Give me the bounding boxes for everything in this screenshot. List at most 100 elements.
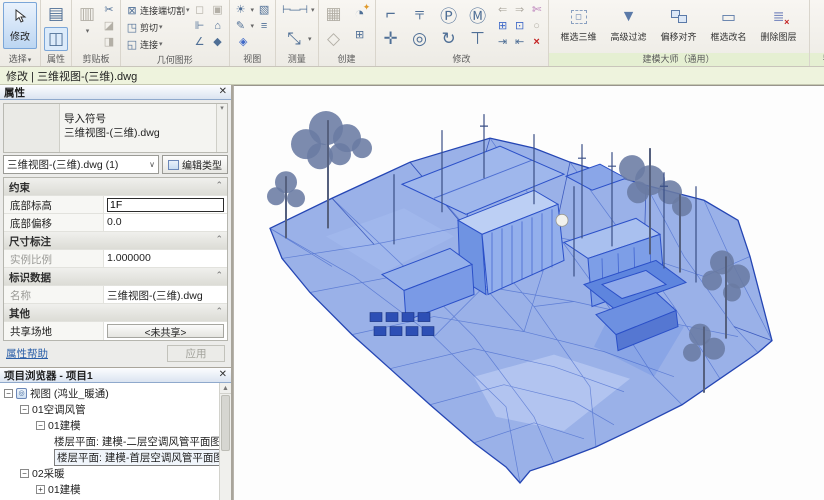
cope-remove-icon[interactable]: ⇒ bbox=[512, 2, 528, 17]
cut-icon[interactable]: ✂ bbox=[101, 2, 117, 17]
override-graphics-icon[interactable]: ▧ bbox=[256, 2, 272, 17]
create-similar-icon[interactable]: ◇ bbox=[322, 27, 346, 51]
explode-button[interactable]: ▣ 分解 ▾ bbox=[813, 2, 824, 51]
panel-label-clipboard: 剪贴板 bbox=[72, 53, 120, 66]
expand-expander-icon[interactable]: + bbox=[36, 485, 45, 494]
base-level-input[interactable] bbox=[107, 198, 224, 212]
scale-icon[interactable]: ⊡ bbox=[512, 18, 528, 33]
offset-align-button[interactable]: 偏移对齐 bbox=[657, 2, 701, 51]
element-selector-dropdown[interactable]: 三维视图-(三维).dwg (1) ∨ bbox=[3, 155, 159, 174]
properties-panel-header[interactable]: 属性 ✕ bbox=[0, 85, 231, 100]
collapse-icon[interactable]: ⌃ bbox=[215, 270, 223, 285]
delete-layer-button[interactable]: ≣× 删除图层 bbox=[757, 2, 801, 51]
linework-pen-icon[interactable]: ✎ bbox=[233, 18, 249, 33]
align-icon[interactable]: ⌐ bbox=[379, 2, 403, 26]
unjoin-icon[interactable]: ⌂ bbox=[210, 18, 226, 33]
cope-icon[interactable]: ⇐ bbox=[495, 2, 511, 17]
copy-icon[interactable]: ◎ bbox=[408, 27, 432, 51]
box-select-3d-button[interactable]: ◻ 框选三维 bbox=[557, 2, 601, 51]
property-section[interactable]: 尺寸标注⌃ bbox=[4, 232, 227, 250]
mirror-pick-axis-icon[interactable]: Ⓟ bbox=[437, 2, 461, 26]
panel-label-modeling-master: 建模大师（通用） bbox=[549, 53, 809, 66]
panel-select: 修改 选择▾ bbox=[0, 0, 41, 66]
close-icon[interactable]: ✕ bbox=[219, 370, 227, 380]
drawing-area[interactable] bbox=[233, 85, 824, 500]
project-browser-header[interactable]: 项目浏览器 - 项目1 ✕ bbox=[0, 368, 231, 383]
tree-item-heating[interactable]: − 02采暖 bbox=[2, 465, 217, 481]
paste-dropdown-icon[interactable]: ▾ bbox=[86, 27, 90, 35]
reveal-icon[interactable]: ≡ bbox=[256, 18, 272, 33]
paint-icon[interactable]: ◆ bbox=[210, 34, 226, 49]
mirror-draw-axis-icon[interactable]: Ⓜ bbox=[466, 2, 490, 26]
cut-geometry-button[interactable]: ◳ 剪切▾ bbox=[124, 19, 190, 35]
delete-icon[interactable]: × bbox=[529, 34, 545, 49]
apply-button[interactable]: 应用 bbox=[167, 345, 225, 362]
type-name: 三维视图-(三维).dwg bbox=[64, 126, 212, 140]
offset-align-icon bbox=[671, 10, 687, 23]
base-offset-value[interactable]: 0.0 bbox=[104, 214, 227, 231]
chevron-down-icon: ▾ bbox=[308, 35, 312, 43]
join-end-cut-icon: ⊠ bbox=[124, 3, 140, 18]
wall-joins-icon[interactable]: ⊩ bbox=[192, 18, 208, 33]
tree-item-heating-modeling[interactable]: + 01建模 bbox=[2, 481, 217, 497]
panel-label-select[interactable]: 选择▾ bbox=[0, 53, 40, 66]
tree-item-views[interactable]: − ◎ 视图 (鸿业_暖通) bbox=[2, 385, 217, 401]
collapse-icon[interactable]: ⌃ bbox=[215, 306, 223, 321]
properties-help-link[interactable]: 属性帮助 bbox=[6, 346, 48, 361]
match-type-icon[interactable]: ◨ bbox=[101, 34, 117, 49]
scroll-up-icon[interactable]: ▲ bbox=[220, 383, 231, 394]
beam-coping-icon[interactable]: ▣ bbox=[210, 2, 226, 17]
join-geometry-icon: ◱ bbox=[124, 37, 140, 52]
collapse-expander-icon[interactable]: − bbox=[36, 421, 45, 430]
panel-label-geometry: 几何图形 bbox=[121, 54, 229, 66]
property-row: 共享场地 <未共享> bbox=[4, 322, 227, 340]
model-3d-view[interactable] bbox=[234, 86, 824, 500]
tree-item-floorplan-level2[interactable]: 楼层平面: 建模-二层空调风管平面图 bbox=[2, 433, 217, 449]
context-status-bar: 修改 | 三维视图-(三维).dwg bbox=[0, 67, 824, 85]
close-icon[interactable]: ✕ bbox=[219, 87, 227, 97]
box-select-rename-button[interactable]: ▭ 框选改名 bbox=[707, 2, 751, 51]
advanced-filter-button[interactable]: ▼ 高级过滤 bbox=[607, 2, 651, 51]
properties-palette-icon[interactable]: ◫ bbox=[44, 27, 68, 51]
sphere-ornament[interactable] bbox=[556, 214, 568, 226]
measure-icon[interactable]: ⤡ bbox=[282, 27, 306, 51]
tree-item-floorplan-level1[interactable]: 楼层平面: 建模-首层空调风管平面图 bbox=[2, 449, 217, 465]
shared-site-button[interactable]: <未共享> bbox=[107, 324, 224, 338]
collapse-icon[interactable]: ⌃ bbox=[215, 180, 223, 195]
tree-item-modeling[interactable]: − 01建模 bbox=[2, 417, 217, 433]
collapse-expander-icon[interactable]: − bbox=[4, 389, 13, 398]
join-end-cut-button[interactable]: ⊠ 连接端切割▾ bbox=[124, 2, 190, 18]
join-geometry-button[interactable]: ◱ 连接▾ bbox=[124, 36, 190, 52]
copy-to-clipboard-icon[interactable]: ◪ bbox=[101, 18, 117, 33]
delete-type-icon[interactable]: ✄ bbox=[529, 2, 545, 17]
rotate-icon[interactable]: ↻ bbox=[437, 27, 461, 51]
displace-elements-icon[interactable]: ◈ bbox=[235, 34, 251, 49]
split-element-icon[interactable]: ⇥ bbox=[495, 34, 511, 49]
aligned-dimension-icon[interactable]: ⊢—⊣ bbox=[279, 2, 309, 17]
split-face-icon[interactable]: ∠ bbox=[192, 34, 208, 49]
collapse-expander-icon[interactable]: − bbox=[20, 469, 29, 478]
tree-item-hvac-duct[interactable]: − 01空调风管 bbox=[2, 401, 217, 417]
array-icon[interactable]: ⊞ bbox=[495, 18, 511, 33]
property-section[interactable]: 标识数据⌃ bbox=[4, 268, 227, 286]
modify-tool-button[interactable]: 修改 bbox=[3, 2, 37, 49]
property-section[interactable]: 约束⌃ bbox=[4, 178, 227, 196]
create-assembly-icon[interactable]: ⊞ bbox=[352, 27, 368, 42]
move-icon[interactable]: ✛ bbox=[379, 27, 403, 51]
apply-coping-icon[interactable]: ◻ bbox=[192, 2, 208, 17]
type-box-scrollbar[interactable]: ▾ bbox=[216, 104, 227, 152]
type-properties-icon[interactable]: ▤ bbox=[44, 2, 68, 26]
scrollbar-thumb[interactable] bbox=[221, 395, 230, 451]
tree-scrollbar[interactable]: ▲ bbox=[219, 383, 231, 500]
paste-icon[interactable]: ▥ bbox=[75, 2, 99, 26]
hide-elements-lightbulb-icon[interactable]: ☀ bbox=[233, 2, 249, 17]
trim-extend-icon[interactable]: ⊤ bbox=[466, 27, 490, 51]
unpin-icon[interactable]: ⇤ bbox=[512, 34, 528, 49]
legend-component-icon[interactable]: ▦ bbox=[322, 2, 346, 26]
edit-type-button[interactable]: 编辑类型 bbox=[162, 155, 228, 174]
pin-icon[interactable]: ○ bbox=[529, 18, 545, 33]
offset-icon[interactable]: ⫧ bbox=[408, 2, 432, 26]
property-section[interactable]: 其他⌃ bbox=[4, 304, 227, 322]
collapse-icon[interactable]: ⌃ bbox=[215, 234, 223, 249]
collapse-expander-icon[interactable]: − bbox=[20, 405, 29, 414]
